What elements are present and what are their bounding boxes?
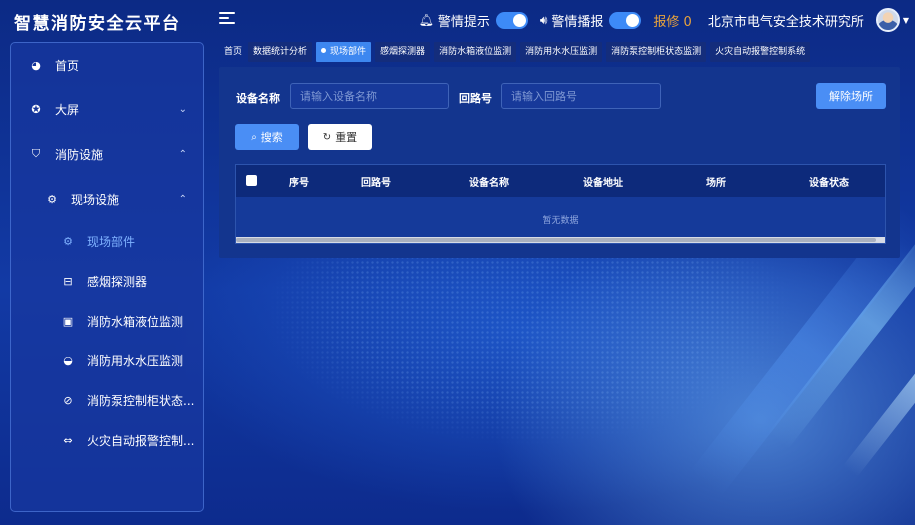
- search-icon: ⌕: [251, 131, 257, 143]
- tab-pump-cabinet[interactable]: 消防泵控制柜状态监测: [606, 42, 707, 62]
- col-header-device-address: 设备地址: [583, 178, 623, 189]
- tab-water-tank[interactable]: 消防水箱液位监测: [434, 42, 517, 62]
- alert-tip-toggle[interactable]: [495, 11, 528, 29]
- main-card: 设备名称 回路号 解除场所 ⌕ 搜索 ↻ 重置 序号 回路号 设备名称 设备地址…: [219, 67, 900, 258]
- col-header-loop: 回路号: [361, 178, 391, 189]
- sidebar: ◕ 首页 ✪ 大屏 ⌄ ⛉ 消防设施 ⌃ ⚙ 现场设施 ⌃ ⚙ 现场部件 ⊟ 感…: [10, 42, 204, 512]
- chevron-down-icon: ⌄: [178, 103, 187, 115]
- loop-input[interactable]: [501, 83, 661, 109]
- dashboard-icon: ◕: [31, 58, 41, 72]
- sidebar-item-fire-alarm[interactable]: ⇔ 火灾自动报警控制...: [11, 430, 203, 450]
- tab-bar: 首页 数据统计分析 现场部件 感烟探测器 消防水箱液位监测 消防用水水压监测 消…: [222, 42, 814, 62]
- alert-tip: 🔔︎ 警情提示: [419, 11, 528, 30]
- alert-broadcast-toggle[interactable]: [609, 11, 642, 29]
- reset-button[interactable]: ↻ 重置: [308, 124, 372, 150]
- water-tank-icon: ▣: [62, 314, 74, 328]
- sidebar-item-label: 消防设施: [55, 147, 104, 162]
- sidebar-item-label: 感烟探测器: [87, 274, 148, 289]
- loop-label: 回路号: [459, 92, 492, 105]
- caret-down-icon[interactable]: ▼: [903, 16, 909, 25]
- sidebar-item-label: 大屏: [55, 102, 80, 117]
- sidebar-item-label: 现场部件: [87, 234, 136, 249]
- tab-label: 现场部件: [330, 47, 367, 57]
- sidebar-item-smoke-detector[interactable]: ⊟ 感烟探测器: [11, 271, 203, 291]
- sidebar-item-pump-cabinet[interactable]: ⊘ 消防泵控制柜状态...: [11, 390, 203, 410]
- chevron-up-icon: ⌃: [178, 148, 187, 160]
- smoke-detector-icon: ⊟: [63, 274, 73, 288]
- sidebar-item-label: 消防水箱液位监测: [87, 314, 184, 329]
- speaker-icon: 🔊︎: [539, 12, 548, 27]
- scrollbar-thumb[interactable]: [236, 238, 876, 242]
- repair-link[interactable]: 报修 0: [653, 11, 691, 30]
- sidebar-item-label: 现场设施: [71, 192, 120, 207]
- table-header: 序号 回路号 设备名称 设备地址 场所 设备状态: [236, 165, 885, 197]
- shield-icon: ⛉: [31, 147, 41, 160]
- pressure-gauge-icon: ◒: [63, 353, 73, 367]
- sidebar-item-site-facilities[interactable]: ⚙ 现场设施 ⌃: [11, 189, 203, 209]
- empty-text: 暂无数据: [542, 216, 579, 226]
- col-header-device-name: 设备名称: [469, 178, 509, 189]
- top-header: 智慧消防安全云平台 🔔︎ 警情提示 🔊︎ 警情播报 报修 0 北京市电气安全技术…: [0, 0, 915, 40]
- alarm-link-icon: ⇔: [63, 433, 73, 447]
- alert-broadcast: 🔊︎ 警情播报: [540, 11, 642, 30]
- select-all-checkbox[interactable]: [246, 175, 257, 186]
- refresh-icon: ↻: [322, 131, 332, 143]
- header-right: 🔔︎ 警情提示 🔊︎ 警情播报 报修 0 北京市电气安全技术研究所 ▼: [407, 8, 909, 32]
- active-dot-icon: [321, 48, 327, 53]
- menu-collapse-icon[interactable]: [219, 12, 235, 28]
- data-table: 序号 回路号 设备名称 设备地址 场所 设备状态 暂无数据: [235, 164, 886, 244]
- gear-icon: ⚙: [47, 192, 57, 206]
- sidebar-item-label: 首页: [55, 58, 80, 73]
- col-header-device-status: 设备状态: [809, 178, 849, 189]
- tab-fire-alarm[interactable]: 火灾自动报警控制系统: [710, 42, 811, 62]
- sidebar-item-big-screen[interactable]: ✪ 大屏 ⌄: [11, 99, 203, 119]
- sidebar-item-water-pressure[interactable]: ◒ 消防用水水压监测: [11, 350, 203, 370]
- tab-home[interactable]: 首页: [222, 42, 244, 62]
- tab-statistics[interactable]: 数据统计分析: [248, 42, 313, 62]
- search-button-label: 搜索: [260, 131, 283, 144]
- sidebar-item-site-parts[interactable]: ⚙ 现场部件: [11, 231, 203, 251]
- tab-site-parts[interactable]: 现场部件: [316, 42, 372, 62]
- gear-icon: ⚙: [63, 234, 73, 248]
- chevron-up-icon: ⌃: [178, 193, 187, 205]
- bell-icon: 🔔︎: [418, 13, 434, 27]
- horizontal-scrollbar[interactable]: [236, 237, 885, 243]
- tab-smoke-detector[interactable]: 感烟探测器: [375, 42, 431, 62]
- sidebar-item-water-tank[interactable]: ▣ 消防水箱液位监测: [11, 311, 203, 331]
- sidebar-item-fire-facilities[interactable]: ⛉ 消防设施 ⌃: [11, 144, 203, 164]
- device-name-label: 设备名称: [236, 92, 280, 105]
- alert-broadcast-label: 警情播报: [551, 14, 604, 30]
- sidebar-item-label: 消防用水水压监测: [87, 353, 184, 368]
- app-title: 智慧消防安全云平台: [14, 14, 181, 34]
- sidebar-item-label: 火灾自动报警控制...: [87, 433, 195, 448]
- org-name: 北京市电气安全技术研究所: [707, 14, 864, 30]
- table-body: 暂无数据: [236, 197, 885, 237]
- sidebar-item-label: 消防泵控制柜状态...: [87, 393, 195, 408]
- col-header-index: 序号: [289, 178, 309, 189]
- tab-water-pressure[interactable]: 消防用水水压监测: [520, 42, 603, 62]
- sidebar-item-home[interactable]: ◕ 首页: [11, 55, 203, 75]
- alert-tip-label: 警情提示: [437, 14, 490, 30]
- avatar[interactable]: [875, 8, 900, 32]
- device-name-input[interactable]: [290, 83, 449, 109]
- search-button[interactable]: ⌕ 搜索: [235, 124, 299, 150]
- pump-icon: ⊘: [63, 393, 73, 407]
- unbind-site-button[interactable]: 解除场所: [816, 83, 886, 109]
- col-header-site: 场所: [706, 178, 726, 189]
- reset-button-label: 重置: [335, 131, 358, 144]
- screen-icon: ✪: [31, 102, 41, 116]
